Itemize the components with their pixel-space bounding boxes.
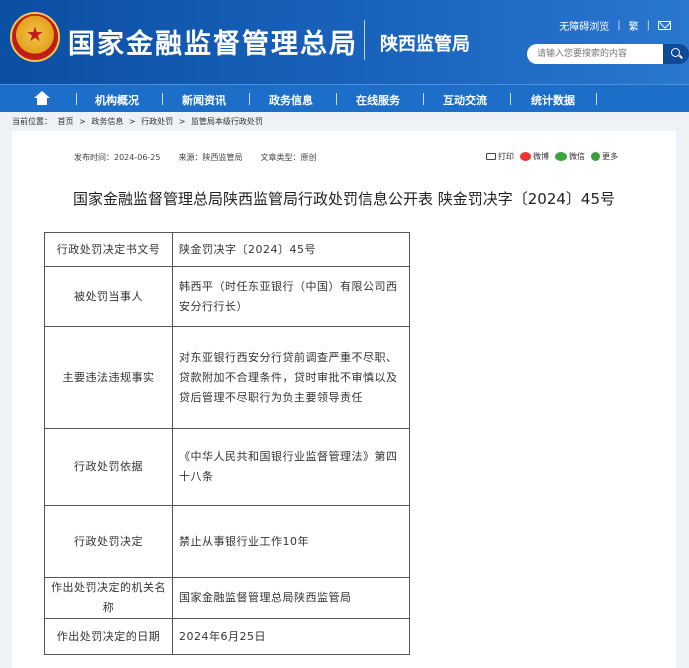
print-icon <box>486 153 496 160</box>
row-value: 2024年6月25日 <box>172 618 410 655</box>
table-row: 被处罚当事人 韩西平（时任东亚银行（中国）有限公司西安分行行长） <box>44 266 410 327</box>
row-label: 作出处罚决定的日期 <box>44 618 173 655</box>
article-type: 文章类型：原创 <box>260 153 317 162</box>
nav-separator <box>162 93 163 105</box>
bureau-title: 陕西监管局 <box>380 34 470 55</box>
traditional-chinese-link[interactable]: 繁 <box>629 18 639 33</box>
row-value: 禁止从事银行业工作10年 <box>172 505 410 578</box>
wechat-share-button[interactable]: 微信 <box>555 151 585 162</box>
mail-icon[interactable] <box>658 21 671 30</box>
nav-separator <box>76 93 77 105</box>
national-emblem-icon <box>10 12 60 62</box>
article-meta: 发布时间：2024-06-25 来源：陕西监管局 文章类型：原创 <box>74 152 317 163</box>
nav-item-interaction[interactable]: 互动交流 <box>443 92 487 108</box>
link-separator: | <box>617 20 621 31</box>
table-row: 行政处罚决定 禁止从事银行业工作10年 <box>44 505 410 578</box>
penalty-info-table: 行政处罚决定书文号 陕金罚决字〔2024〕45号 被处罚当事人 韩西平（时任东亚… <box>44 232 410 655</box>
link-separator: | <box>646 20 650 31</box>
more-share-button[interactable]: 更多 <box>591 151 618 162</box>
breadcrumb-label: 当前位置： <box>12 117 52 126</box>
search-input[interactable] <box>527 44 665 64</box>
table-row: 作出处罚决定的日期 2024年6月25日 <box>44 618 410 655</box>
nav-item-statistics[interactable]: 统计数据 <box>531 92 575 108</box>
publish-time: 发布时间：2024-06-25 <box>74 153 161 162</box>
content-card: 发布时间：2024-06-25 来源：陕西监管局 文章类型：原创 打印 微博 微… <box>12 131 676 668</box>
table-row: 作出处罚决定的机关名称 国家金融监督管理总局陕西监管局 <box>44 577 410 619</box>
site-header: 国家金融监督管理总局 陕西监管局 无障碍浏览 | 繁 | <box>0 0 689 84</box>
top-links: 无障碍浏览 | 繁 | <box>559 18 671 33</box>
breadcrumb-current[interactable]: 监管局本级行政处罚 <box>191 117 263 126</box>
nav-separator <box>249 93 250 105</box>
row-label: 作出处罚决定的机关名称 <box>44 577 173 619</box>
breadcrumb-home[interactable]: 首页 <box>58 117 74 126</box>
table-row: 行政处罚依据 《中华人民共和国银行业监督管理法》第四十八条 <box>44 428 410 506</box>
row-label: 主要违法违规事实 <box>44 326 173 429</box>
document-title: 国家金融监督管理总局陕西监管局行政处罚信息公开表 陕金罚决字〔2024〕45号 <box>72 190 616 208</box>
breadcrumb-government-info[interactable]: 政务信息 <box>91 117 123 126</box>
site-title[interactable]: 国家金融监督管理总局 <box>68 22 358 61</box>
nav-item-about[interactable]: 机构概况 <box>95 92 139 108</box>
row-value: 国家金融监督管理总局陕西监管局 <box>172 577 410 619</box>
search-button[interactable] <box>663 44 689 64</box>
nav-item-government-info[interactable]: 政务信息 <box>269 92 313 108</box>
main-nav: 机构概况 新闻资讯 政务信息 在线服务 互动交流 统计数据 <box>0 84 689 112</box>
row-value: 韩西平（时任东亚银行（中国）有限公司西安分行行长） <box>172 266 410 327</box>
breadcrumb-penalty[interactable]: 行政处罚 <box>141 117 173 126</box>
share-bar: 打印 微博 微信 更多 <box>486 151 618 162</box>
article-source: 来源：陕西监管局 <box>178 153 243 162</box>
nav-separator <box>596 93 597 105</box>
table-row: 主要违法违规事实 对东亚银行西安分行贷前调查严重不尽职、贷款附加不合理条件，贷时… <box>44 326 410 429</box>
title-divider <box>364 20 365 60</box>
weibo-share-button[interactable]: 微博 <box>520 151 549 162</box>
print-button[interactable]: 打印 <box>486 151 514 162</box>
row-label: 行政处罚决定书文号 <box>44 232 173 267</box>
row-label: 被处罚当事人 <box>44 266 173 327</box>
row-label: 行政处罚决定 <box>44 505 173 578</box>
search-icon <box>671 48 680 57</box>
row-value: 陕金罚决字〔2024〕45号 <box>172 232 410 267</box>
nav-separator <box>510 93 511 105</box>
row-label: 行政处罚依据 <box>44 428 173 506</box>
weibo-icon <box>520 152 531 161</box>
nav-item-news[interactable]: 新闻资讯 <box>182 92 226 108</box>
nav-separator <box>423 93 424 105</box>
wechat-icon <box>555 152 567 161</box>
row-value: 《中华人民共和国银行业监督管理法》第四十八条 <box>172 428 410 506</box>
breadcrumb-separator: > <box>178 117 186 126</box>
plus-icon <box>591 152 600 161</box>
nav-item-online-service[interactable]: 在线服务 <box>356 92 400 108</box>
row-value: 对东亚银行西安分行贷前调查严重不尽职、贷款附加不合理条件，贷时审批不审慎以及贷后… <box>172 326 410 429</box>
table-row: 行政处罚决定书文号 陕金罚决字〔2024〕45号 <box>44 232 410 267</box>
breadcrumb-separator: > <box>79 117 86 126</box>
accessibility-link[interactable]: 无障碍浏览 <box>559 18 609 33</box>
breadcrumb: 当前位置： 首页 > 政务信息 > 行政处罚 > 监管局本级行政处罚 <box>12 116 266 127</box>
breadcrumb-separator: > <box>128 117 136 126</box>
nav-separator <box>336 93 337 105</box>
home-icon[interactable] <box>34 91 50 105</box>
